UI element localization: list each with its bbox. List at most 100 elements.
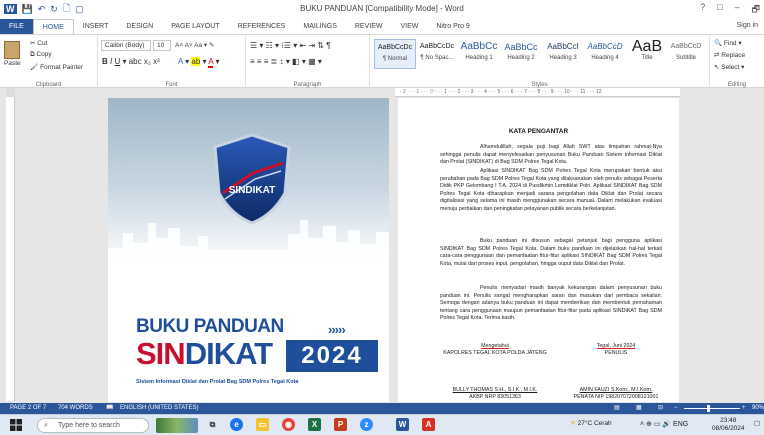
title-blue-part: DIKAT (184, 336, 273, 371)
font-format-buttons[interactable]: B I U ▾ abc x₂ x² (102, 57, 160, 66)
new-doc-icon[interactable]: ▢ (75, 4, 84, 15)
taskbar-search-input[interactable]: ⌕ Type here to search (37, 418, 149, 433)
signatory-name: AMIN FAUZI S.Kom., M.I.Kom. (579, 387, 653, 393)
cover-arrows: ››››› (328, 322, 346, 337)
undo-icon[interactable]: ↶ (38, 4, 46, 15)
minimize-button[interactable]: – (735, 2, 740, 18)
word-count[interactable]: 704 WORDS (58, 403, 93, 414)
task-view-icon[interactable]: ⧉ (206, 418, 219, 431)
excel-icon[interactable]: X (308, 418, 321, 431)
pdf-reader-icon[interactable]: A (422, 418, 435, 431)
tab-page-layout[interactable]: PAGE LAYOUT (162, 19, 228, 34)
tab-design[interactable]: DESIGN (117, 19, 162, 34)
tab-review[interactable]: REVIEW (346, 19, 392, 34)
clipboard-group: Paste ✂ Cut ⧉ Copy 🖌 Format Painter Clip… (0, 35, 98, 89)
edge-browser-icon[interactable]: e (230, 418, 243, 431)
tab-mailings[interactable]: MAILINGS (294, 19, 345, 34)
zoom-in-button[interactable]: + (742, 403, 746, 414)
align-buttons[interactable]: ≡ ≡ ≡ ≣ ↕ ▾ ◧ ▾ ▦ ▾ (250, 57, 322, 66)
notification-icon[interactable]: ▢ (754, 419, 760, 427)
print-preview-icon[interactable]: 🗋 (63, 1, 70, 17)
system-tray-icons[interactable]: ˄ ⊕ ▭ 🔊 ENG (640, 420, 688, 428)
list-buttons[interactable]: ☰ ▾ ☷ ▾ ⁝☰ ▾ ⇤ ⇥ ⇅ ¶ (250, 41, 331, 50)
weather-widget[interactable]: ☀ 27°C Cerah (570, 419, 612, 427)
cover-year: 2024 (286, 340, 378, 372)
preface-page[interactable]: KATA PENGANTAR Alhamdulillah, segala puj… (398, 98, 679, 402)
title-red-part: SIN (136, 336, 186, 371)
clock-date: 08/06/2024 (712, 425, 745, 432)
paragraph-group: ☰ ▾ ☷ ▾ ⁝☰ ▾ ⇤ ⇥ ⇅ ¶ ≡ ≡ ≡ ≣ ↕ ▾ ◧ ▾ ▦ ▾… (246, 35, 370, 89)
ruler-corner[interactable] (6, 88, 15, 97)
print-layout-icon[interactable]: ▦ (636, 403, 642, 414)
zoom-app-icon[interactable]: z (360, 418, 373, 431)
tab-home[interactable]: HOME (32, 19, 74, 34)
web-layout-icon[interactable]: ⊟ (658, 403, 663, 414)
style-name: Subtitle (675, 55, 696, 61)
paste-button[interactable]: Paste (4, 41, 21, 67)
copy-label: Copy (36, 51, 52, 58)
preface-paragraph: Aplikasi SINDIKAT Bag SDM Polres Tegal K… (440, 168, 662, 212)
paragraph-group-label: Paragraph (293, 82, 322, 88)
word-taskbar-icon[interactable]: W (396, 418, 409, 431)
copy-button[interactable]: ⧉ Copy (30, 51, 52, 59)
font-family-select[interactable]: Calibri (Body) (101, 40, 151, 51)
cover-title-buku-panduan: BUKU PANDUAN (136, 316, 284, 337)
style-heading-1[interactable]: AaBbCc Heading 1 (458, 39, 500, 69)
search-placeholder: Type here to search (58, 422, 120, 429)
style-heading-3[interactable]: AaBbCcI Heading 3 (542, 39, 584, 69)
language-indicator[interactable]: ENGLISH (UNITED STATES) (120, 403, 198, 414)
style-heading-4[interactable]: AaBbCcD Heading 4 (584, 39, 626, 69)
tab-view[interactable]: VIEW (391, 19, 427, 34)
format-painter-button[interactable]: 🖌 Format Painter (30, 63, 83, 71)
tab-file[interactable]: FILE (0, 19, 33, 34)
search-highlight-image[interactable] (156, 418, 198, 433)
style-title[interactable]: AaB Title (626, 39, 668, 69)
tab-nitro[interactable]: Nitro Pro 9 (427, 19, 478, 34)
sign-in-link[interactable]: Sign in (737, 22, 758, 29)
redo-icon[interactable]: ↻ (50, 4, 58, 15)
read-mode-icon[interactable]: ▤ (614, 403, 620, 414)
tab-references[interactable]: REFERENCES (229, 19, 295, 34)
signatory-name: BULLY THOMAS S.H., S.I.K., M.I.K. (452, 387, 538, 393)
vertical-ruler[interactable] (6, 97, 15, 401)
zoom-out-button[interactable]: − (674, 403, 678, 414)
clock[interactable]: 23:48 08/06/2024 (712, 417, 745, 433)
find-button[interactable]: 🔍 Find ▾ (714, 39, 742, 47)
font-grow-shrink-icons[interactable]: A˄ A˅ Aa ▾ ✎ (175, 41, 214, 49)
cover-tagline: Sistem Informasi Diklat dan Prolat Bag S… (136, 379, 299, 385)
horizontal-ruler[interactable]: · 2 · · · 1 · · · ▽ · · · 1 · · · 2 · · … (395, 88, 680, 97)
replace-button[interactable]: ⇄ Replace (714, 51, 745, 59)
style-no-spacing[interactable]: AaBbCcDc ¶ No Spac... (416, 39, 458, 69)
sig-line2: KAPOLRES TEGAL KOTA POLDA JATENG (443, 350, 547, 356)
zoom-slider-thumb[interactable] (707, 405, 710, 412)
ribbon-display-button[interactable]: □ (717, 2, 722, 18)
restore-button[interactable]: 🗗 (752, 2, 760, 18)
chrome-browser-icon[interactable]: ◉ (282, 418, 295, 431)
style-name: Heading 1 (465, 55, 493, 61)
style-preview: AaBbCcDc (419, 43, 455, 50)
style-subtitle[interactable]: AaBbCcD Subtitle (668, 39, 704, 69)
select-button[interactable]: ↖ Select ▾ (714, 63, 744, 71)
zoom-slider[interactable] (684, 408, 740, 409)
file-explorer-icon[interactable]: ▭ (256, 418, 269, 431)
style-name: ¶ Normal (382, 56, 408, 62)
tab-insert[interactable]: INSERT (74, 19, 118, 34)
windows-start-icon[interactable] (10, 418, 24, 433)
styles-group: AaBbCcDc ¶ Normal AaBbCcDc ¶ No Spac... … (370, 35, 710, 89)
style-preview: AaBbCcDc (377, 44, 413, 51)
search-icon: ⌕ (44, 422, 48, 429)
font-color-buttons[interactable]: A ▾ ab ▾ A ▾ (178, 57, 219, 68)
zoom-level[interactable]: 90% (752, 403, 764, 414)
cover-page[interactable]: SINDIKAT BUKU PANDUAN SINDIKAT ››››› 202… (108, 98, 389, 402)
save-icon[interactable]: 💾 (22, 4, 33, 15)
word-icon[interactable]: W (4, 4, 17, 14)
preface-paragraph: Alhamdulillah, segala puji bagi Allah SW… (440, 144, 662, 166)
cut-button[interactable]: ✂ Cut (30, 39, 47, 47)
powerpoint-icon[interactable]: P (334, 418, 347, 431)
proofing-icon[interactable]: 📖 (106, 403, 113, 414)
help-button[interactable]: ? (700, 2, 705, 18)
page-count[interactable]: PAGE 2 OF 7 (10, 403, 46, 414)
style-heading-2[interactable]: AaBbCc Heading 2 (500, 39, 542, 69)
font-size-select[interactable]: 10 (153, 40, 171, 51)
style-normal[interactable]: AaBbCcDc ¶ Normal (374, 39, 416, 69)
